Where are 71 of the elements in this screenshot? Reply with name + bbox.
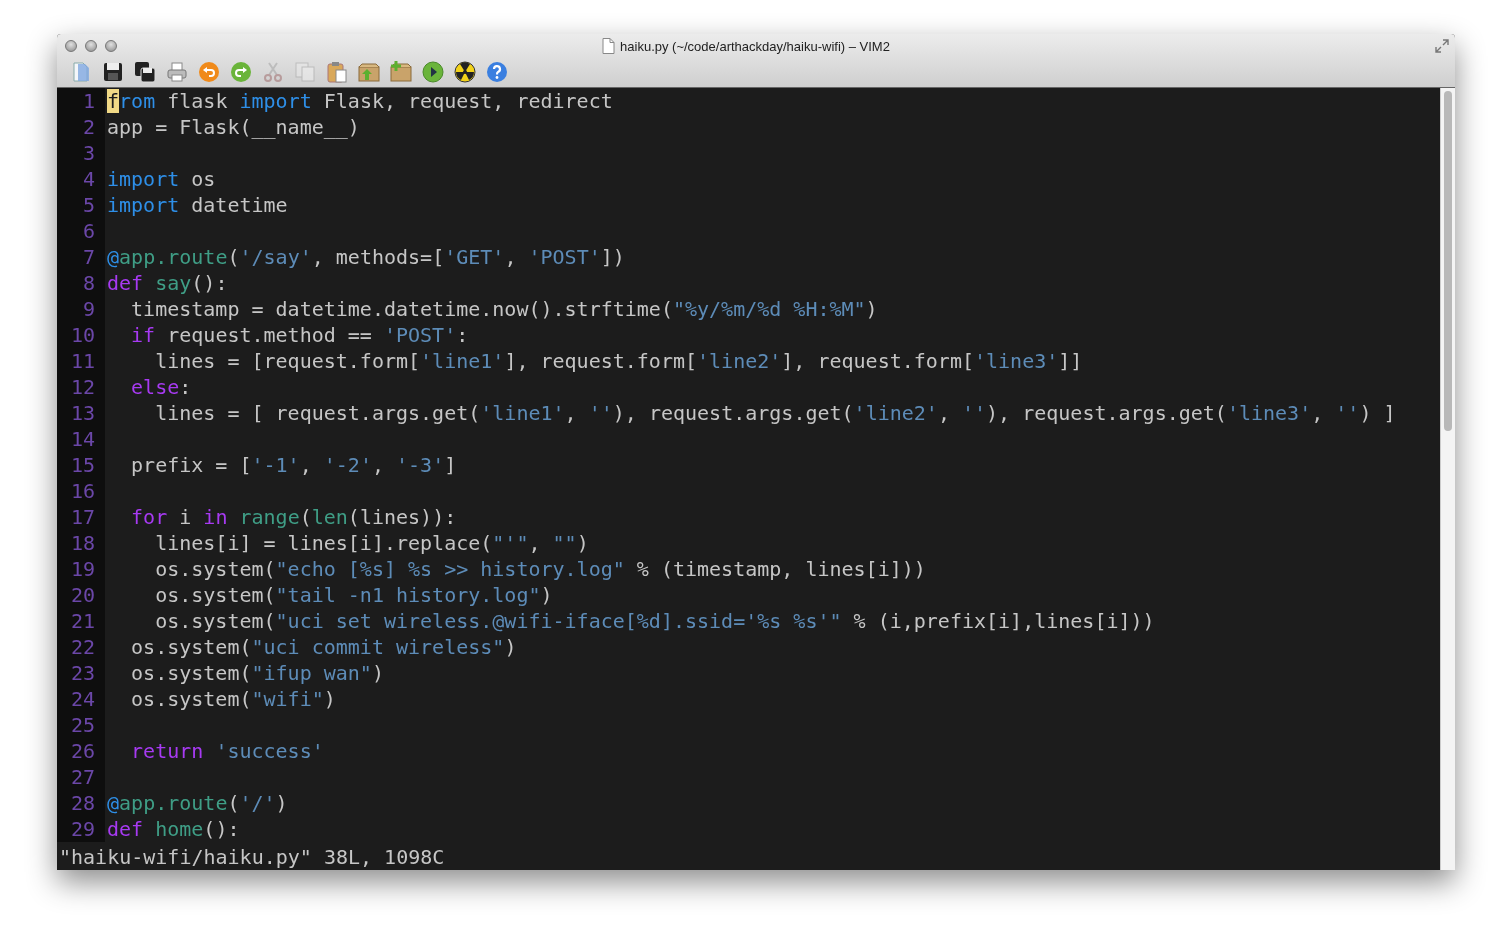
scrollbar-thumb[interactable]: [1444, 91, 1452, 431]
line-number: 23: [57, 660, 105, 686]
code-line: @app.route('/say', methods=['GET', 'POST']): [106, 244, 625, 270]
code-line: os.system("ifup wan"): [130, 660, 384, 686]
line-number: 4: [57, 166, 105, 192]
line-number: 24: [57, 686, 105, 712]
code-line: os.system("uci commit wireless"): [130, 634, 517, 660]
line-number: 17: [57, 504, 105, 530]
line-number: 7: [57, 244, 105, 270]
code-line: lines = [ request.args.get('line1', ''), request.args.get('line2', ''), request.args.get('line3', '') ]: [154, 400, 1396, 426]
line-number: 18: [57, 530, 105, 556]
document-icon: [602, 38, 616, 54]
zoom-button[interactable]: [105, 40, 117, 52]
redo-icon[interactable]: [229, 60, 253, 84]
line-number: 11: [57, 348, 105, 374]
line-number: 5: [57, 192, 105, 218]
clipboard-icon[interactable]: [325, 60, 349, 84]
line-number: 8: [57, 270, 105, 296]
code-line: if request.method == 'POST':: [130, 322, 469, 348]
fullscreen-icon[interactable]: [1435, 39, 1449, 53]
help-icon[interactable]: [485, 60, 509, 84]
line-number: 6: [57, 218, 105, 244]
line-number: 3: [57, 140, 105, 166]
code-line: import os: [106, 166, 216, 192]
line-number: 10: [57, 322, 105, 348]
line-number: 26: [57, 738, 105, 764]
code-line: lines[i] = lines[i].replace("'", ""): [154, 530, 589, 556]
line-number: 12: [57, 374, 105, 400]
line-number: 2: [57, 114, 105, 140]
code-line: def say():: [106, 270, 228, 296]
code-line: os.system("echo [%s] %s >> history.log" % (timestamp, lines[i])): [154, 556, 926, 582]
code-line: app = Flask(__name__): [106, 114, 360, 140]
line-number: 14: [57, 426, 105, 452]
code-line: lines = [request.form['line1'], request.form['line2'], request.form['line3']]: [154, 348, 1083, 374]
floppy-disks-icon[interactable]: [133, 60, 157, 84]
printer-icon[interactable]: [165, 60, 189, 84]
line-number: 16: [57, 478, 105, 504]
line-number: 19: [57, 556, 105, 582]
line-number: 25: [57, 712, 105, 738]
box-up-arrow-icon[interactable]: [357, 60, 381, 84]
line-number: 9: [57, 296, 105, 322]
line-number: 13: [57, 400, 105, 426]
close-button[interactable]: [65, 40, 77, 52]
code-line: prefix = ['-1', '-2', '-3']: [130, 452, 457, 478]
line-number: 27: [57, 764, 105, 790]
code-line: from flask import Flask, request, redirect: [106, 88, 613, 114]
line-number: 22: [57, 634, 105, 660]
window-title: haiku.py (~/code/arthackday/haiku-wifi) – VIM2: [620, 38, 890, 54]
line-number: 21: [57, 608, 105, 634]
line-number: 28: [57, 790, 105, 816]
box-plus-icon[interactable]: [389, 60, 413, 84]
scrollbar[interactable]: [1440, 88, 1455, 870]
code-line: def home():: [106, 816, 240, 842]
code-line: @app.route('/'): [106, 790, 288, 816]
line-number: 29: [57, 816, 105, 842]
code-line: for i in range(len(lines)):: [130, 504, 457, 530]
code-line: import datetime: [106, 192, 288, 218]
line-number: 15: [57, 452, 105, 478]
radiation-icon[interactable]: [453, 60, 477, 84]
code-line: os.system("tail -n1 history.log"): [154, 582, 553, 608]
minimize-button[interactable]: [85, 40, 97, 52]
code-line: os.system("uci set wireless.@wifi-iface[%d].ssid='%s %s'" % (i,prefix[i],lines[i])): [154, 608, 1155, 634]
code-line: timestamp = datetime.datetime.now().strftime("%y/%m/%d %H:%M"): [130, 296, 878, 322]
status-line: "haiku-wifi/haiku.py" 38L, 1098C: [58, 844, 446, 870]
code-line: return 'success': [130, 738, 324, 764]
play-icon[interactable]: [421, 60, 445, 84]
code-line: os.system("wifi"): [130, 686, 336, 712]
line-number: 20: [57, 582, 105, 608]
undo-icon[interactable]: [197, 60, 221, 84]
code-line: else:: [130, 374, 192, 400]
line-number: 1: [57, 88, 105, 114]
